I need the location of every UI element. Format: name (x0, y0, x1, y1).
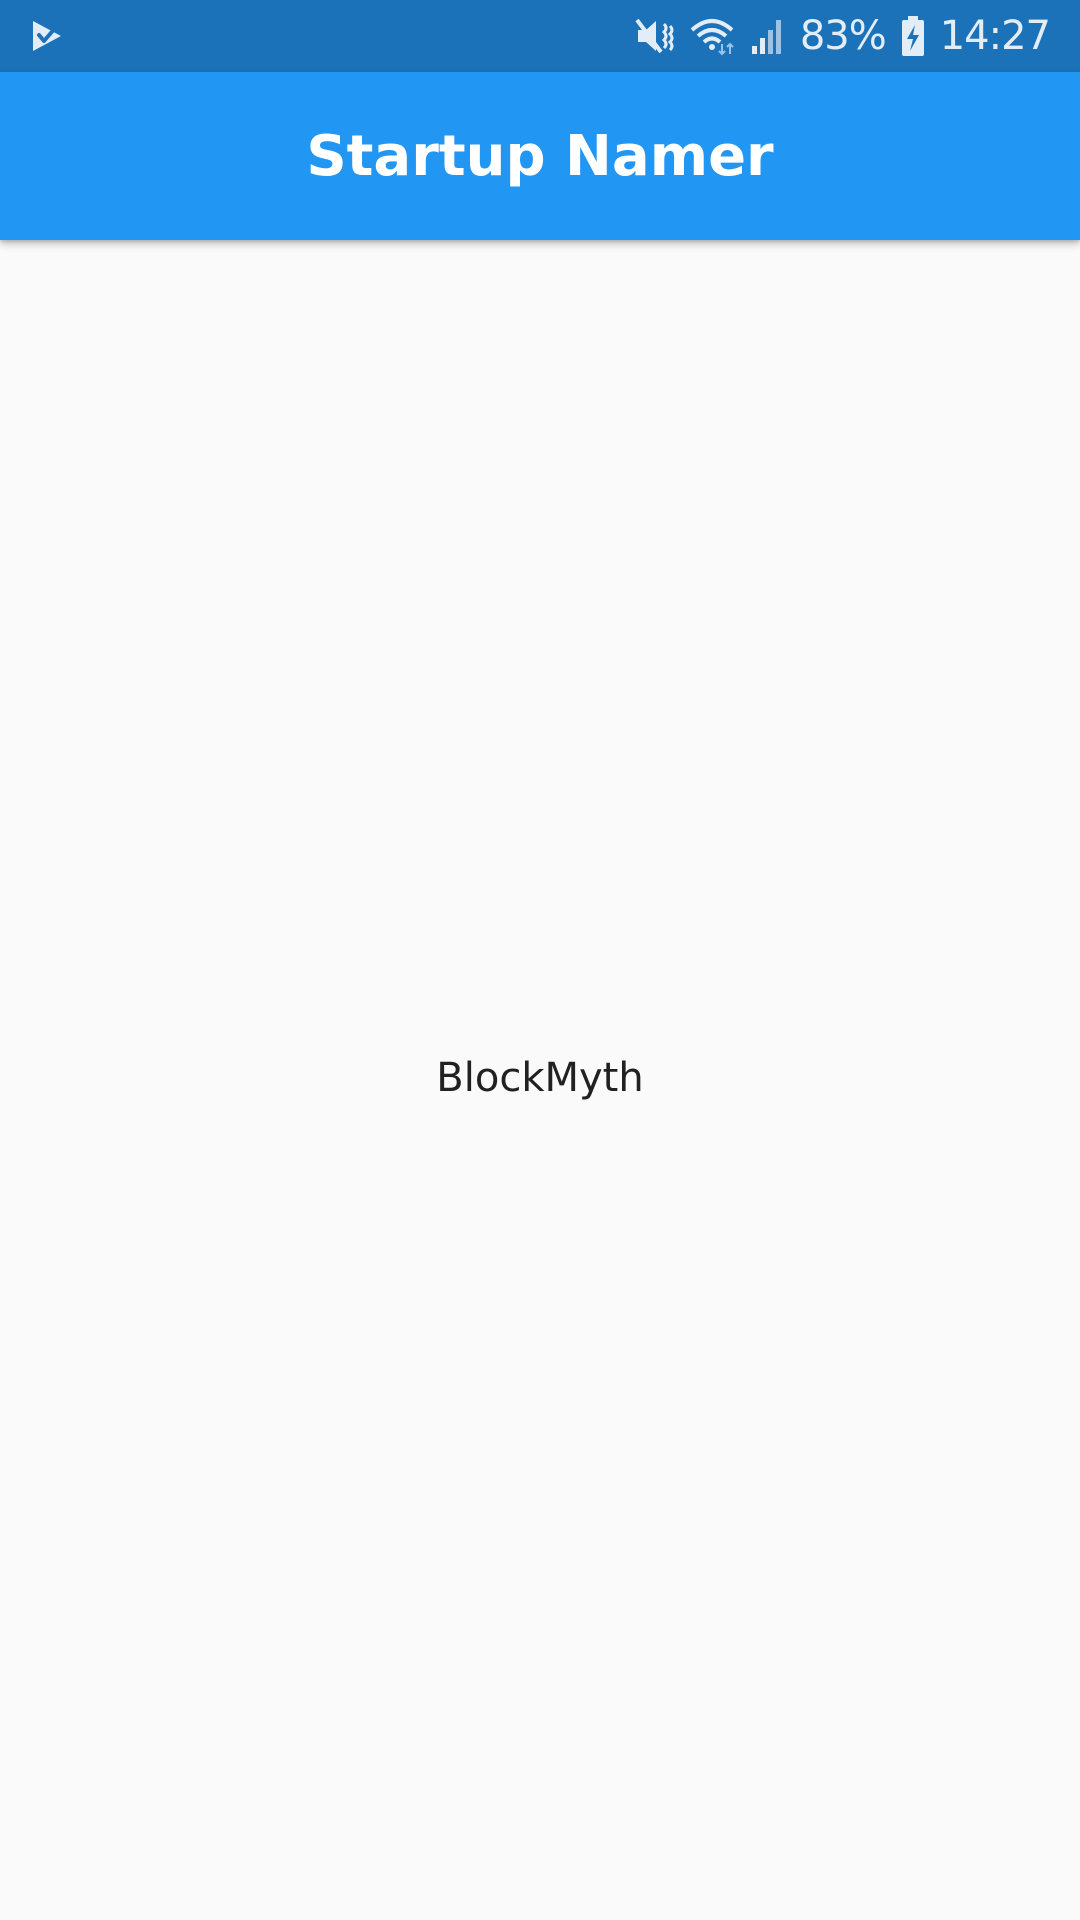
app-bar-title: Startup Namer (306, 123, 774, 189)
app-bar: Startup Namer (0, 72, 1080, 240)
status-bar: 83% 14:27 (0, 0, 1080, 72)
startup-name-text: BlockMyth (436, 1055, 644, 1101)
app-notification-icon (30, 19, 64, 53)
status-bar-left (30, 19, 64, 53)
wifi-icon (690, 16, 736, 56)
battery-charging-icon (900, 15, 926, 57)
status-bar-right: 83% 14:27 (634, 13, 1051, 59)
signal-icon (750, 16, 786, 56)
clock: 14:27 (939, 13, 1051, 59)
battery-percent: 83% (799, 13, 887, 59)
mute-icon (634, 16, 676, 56)
phone-screen: 83% 14:27 Startup Namer BlockMyth (0, 0, 1080, 1920)
